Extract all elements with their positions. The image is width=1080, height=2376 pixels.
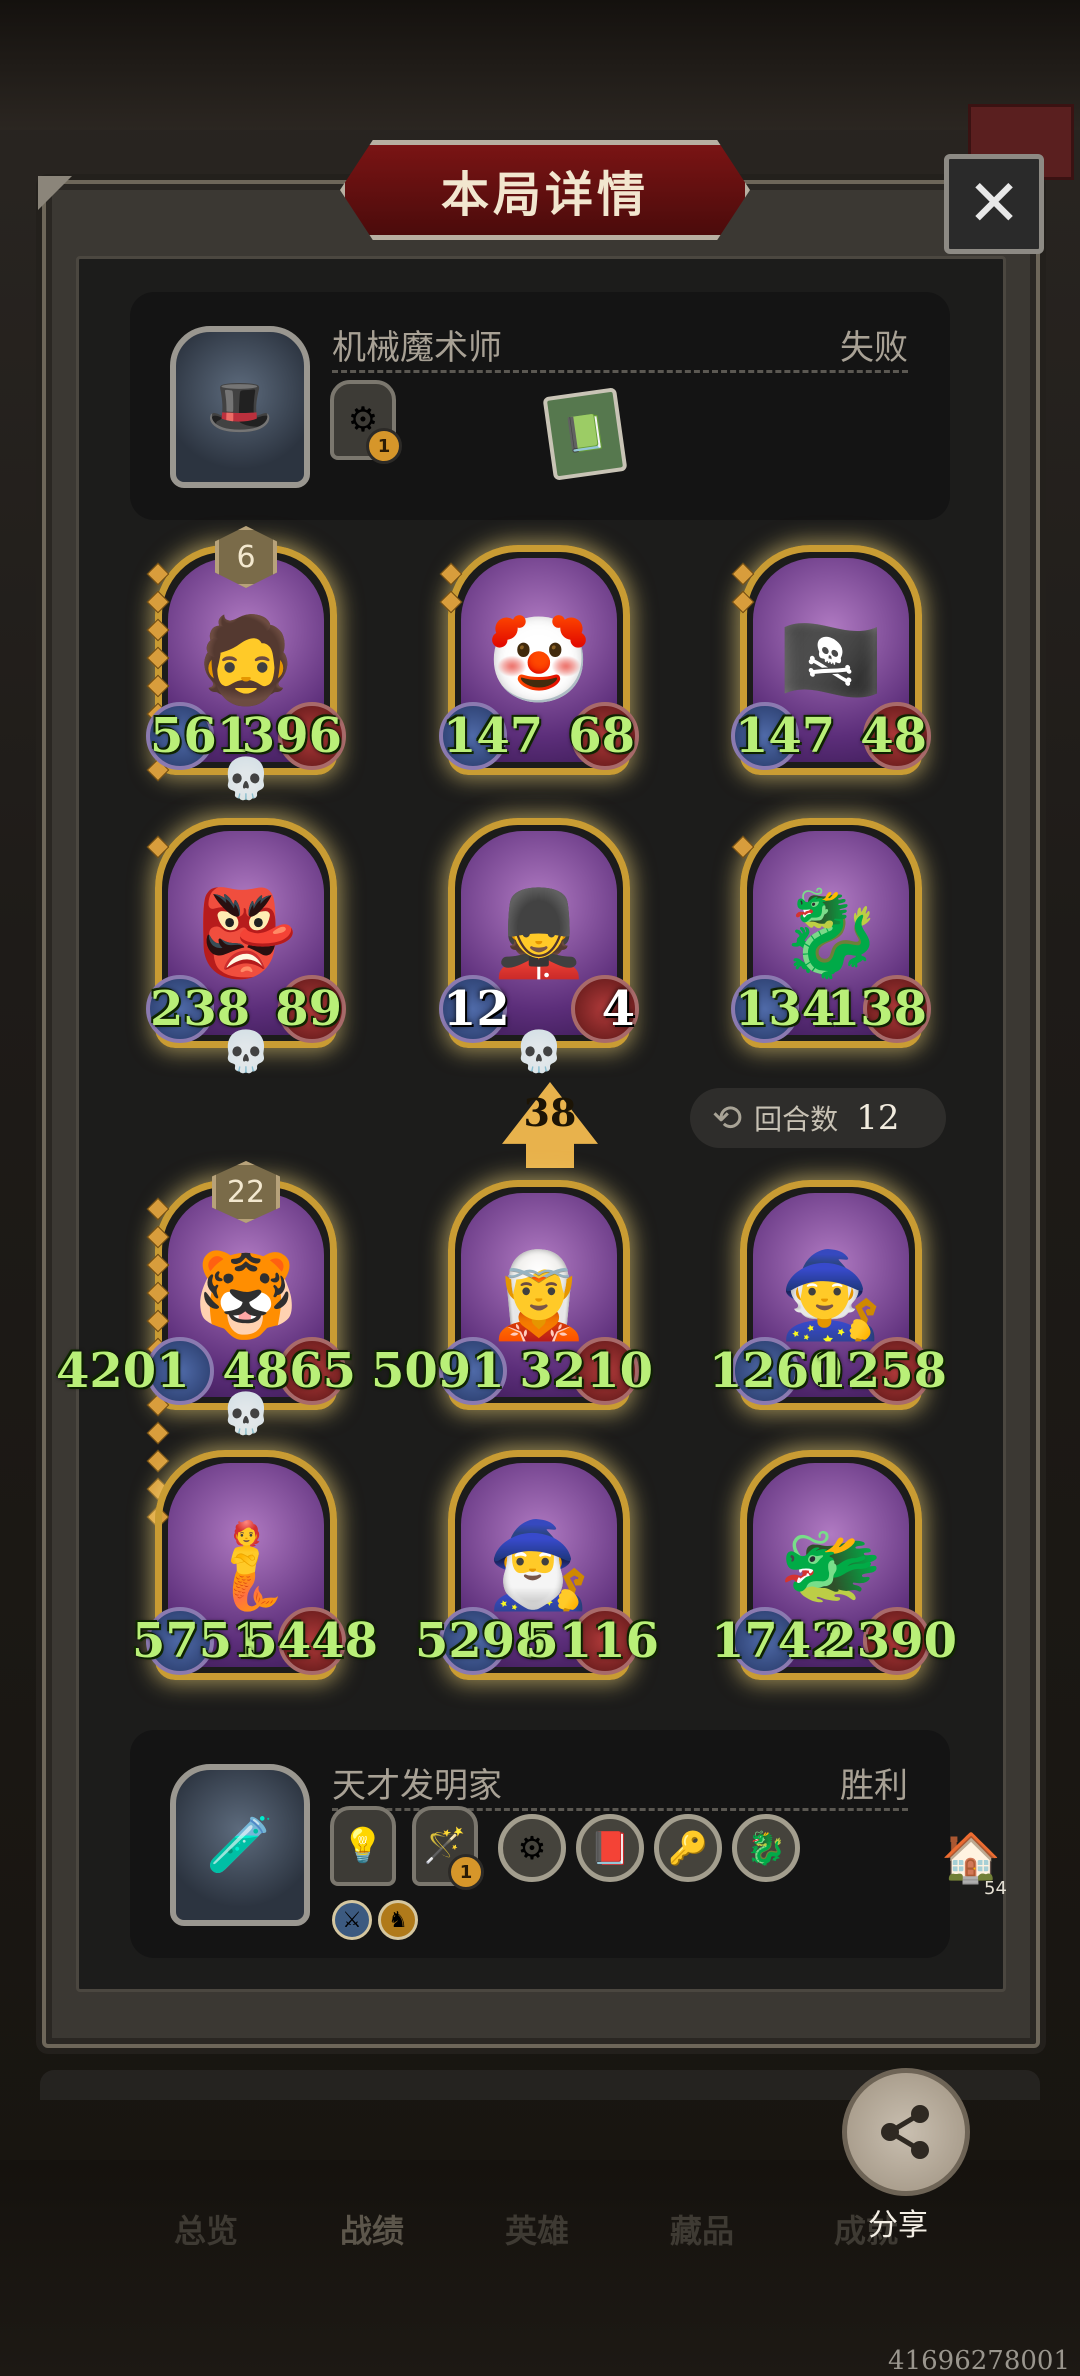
opponent-unit-4[interactable]: 👺 238 89 💀 [146, 818, 346, 1075]
tier-markers [146, 835, 170, 867]
tier-markers [731, 835, 755, 867]
player-unit-5[interactable]: 🧙‍♂️ 5298 5116 [415, 1450, 659, 1680]
player-result: 胜利 [840, 1766, 908, 1806]
opponent-unit-1[interactable]: 🧔 6 561 396 💀 [146, 526, 346, 802]
round-value: 12 [856, 1098, 900, 1138]
opponent-unit-3[interactable]: 🏴‍☠️ 147 48 [731, 545, 931, 775]
tier-markers [439, 562, 463, 622]
unit-attack: 12 [443, 981, 510, 1037]
unit-health: 68 [568, 708, 635, 764]
player-trinket-4[interactable]: 🐉 [732, 1814, 800, 1882]
divider [332, 370, 908, 373]
player-trinket-3[interactable]: 🔑 [654, 1814, 722, 1882]
purple-tome-icon: 📕 [590, 1829, 630, 1867]
round-counter: ⟲ 回合数 12 [690, 1088, 946, 1148]
player-item-1[interactable]: 💡 [330, 1806, 396, 1886]
player-name: 天才发明家 [332, 1766, 502, 1806]
item-badge: 1 [448, 1854, 484, 1890]
unit-attack: 147 [735, 708, 836, 764]
unit-attack: 4201 [56, 1343, 190, 1399]
round-label: 回合数 [754, 1103, 839, 1136]
player-trinket-1[interactable]: ⚙ [498, 1814, 566, 1882]
unit-health: 5116 [525, 1613, 659, 1669]
player-unit-4[interactable]: 🧜 5751 5448 [132, 1450, 378, 1680]
user-id: 41696278001 [888, 2346, 1070, 2376]
nav-overview[interactable]: 总览 [174, 2206, 238, 2252]
unit-health: 5448 [244, 1613, 378, 1669]
unit-health: 138 [826, 981, 927, 1037]
player-card: 🧪 天才发明家 胜利 💡 🪄 1 ⚙ 📕 🔑 🐉 🏠 54 ⚔ ♞ [130, 1730, 1007, 1958]
gear-trinket-icon: ⚙ [517, 1829, 547, 1867]
opponent-result: 失败 [840, 328, 908, 368]
share-button[interactable] [842, 2068, 970, 2196]
skull-icon: 💀 [221, 1029, 271, 1075]
skull-icon: 💀 [221, 756, 271, 802]
nav-heroes[interactable]: 英雄 [505, 2206, 569, 2252]
sword-buff-icon[interactable]: ⚔ [332, 1900, 372, 1940]
house-count: 54 [984, 1878, 1007, 1899]
opponent-item-1[interactable]: ⚙ 1 [330, 380, 402, 464]
unit-attack: 147 [443, 708, 544, 764]
title-plate: 本局详情 [340, 140, 750, 240]
item-badge: 1 [366, 428, 402, 464]
background-top [0, 0, 1080, 130]
unit-attack: 5091 [371, 1343, 505, 1399]
refresh-icon: ⟲ [712, 1097, 743, 1139]
skull-icon: 💀 [221, 1391, 271, 1437]
player-avatar[interactable]: 🧪 [170, 1764, 310, 1926]
player-item-2[interactable]: 🪄 1 [412, 1806, 484, 1890]
share-icon [881, 2105, 929, 2159]
frame-corner [38, 176, 72, 210]
unit-health: 4 [601, 981, 635, 1037]
opponent-unit-6[interactable]: 🐉 134 138 [731, 818, 931, 1048]
magician-portrait-icon: 🎩 [206, 375, 274, 438]
unit-health: 2390 [823, 1613, 957, 1669]
unit-attack: 134 [735, 981, 836, 1037]
arrow-value: 38 [523, 1090, 577, 1135]
opponent-item-2[interactable]: 📗 [542, 387, 628, 481]
player-unit-1[interactable]: 🐯 22 4201 4865 💀 [56, 1161, 356, 1529]
unit-health: 1258 [813, 1343, 947, 1399]
player-unit-6[interactable]: 🐲 1742 2390 [711, 1450, 957, 1680]
close-button[interactable]: ✕ [944, 154, 1044, 254]
lightbulb-card-icon: 💡 [341, 1826, 385, 1866]
page-title: 本局详情 [440, 167, 649, 223]
unit-health: 48 [860, 708, 927, 764]
player-unit-3[interactable]: 🧙 1260 1258 [709, 1180, 947, 1410]
unit-health: 3210 [519, 1343, 653, 1399]
horse-buff-icon[interactable]: ♞ [378, 1900, 418, 1940]
player-unit-2[interactable]: 🧝 5091 3210 [371, 1180, 653, 1410]
close-icon: ✕ [967, 167, 1021, 241]
player-trinket-2[interactable]: 📕 [576, 1814, 644, 1882]
green-book-icon: 📗 [561, 411, 609, 457]
dragon-trinket-icon: 🐉 [746, 1829, 786, 1867]
opponent-unit-2[interactable]: 🤡 147 68 [439, 545, 639, 775]
opponent-avatar[interactable]: 🎩 [170, 326, 310, 488]
skull-icon: 💀 [514, 1029, 564, 1075]
tier-markers [731, 562, 755, 622]
opponent-unit-5[interactable]: 💂 12 4 💀 [439, 818, 639, 1075]
unit-health: 89 [275, 981, 342, 1037]
nav-collection[interactable]: 藏品 [670, 2206, 734, 2252]
opponent-name: 机械魔术师 [332, 328, 502, 368]
inventor-portrait-icon: 🧪 [206, 1813, 274, 1876]
nav-records[interactable]: 战绩 [340, 2206, 404, 2252]
share-label: 分享 [868, 2208, 928, 2243]
opponent-card: 🎩 机械魔术师 失败 ⚙ 1 📗 [130, 292, 950, 520]
brass-key-icon: 🔑 [668, 1829, 708, 1867]
